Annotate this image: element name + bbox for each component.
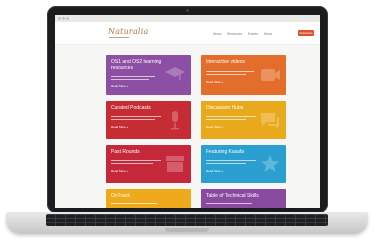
tile-text-line <box>111 163 153 165</box>
tile-text-line <box>111 79 149 81</box>
graduation-icon <box>165 67 185 80</box>
browser-menu-bar <box>55 15 320 22</box>
video-icon <box>261 69 280 81</box>
tile-text-line <box>206 119 246 121</box>
read-more-link[interactable]: Read More » <box>206 125 223 129</box>
resource-tile[interactable]: Featuring Kasafa Read More » <box>201 145 286 183</box>
tile-text-line <box>111 203 157 205</box>
nav-item-resources[interactable]: Resources <box>227 32 242 36</box>
resource-tile[interactable]: Table of Technical Skills <box>201 189 286 208</box>
tile-title: Table of Technical Skills <box>206 193 259 199</box>
resource-tile[interactable]: Past Rounds Read More » <box>106 145 191 183</box>
read-more-link[interactable]: Read More » <box>111 169 128 173</box>
tile-text-line <box>206 116 256 118</box>
keyboard <box>46 214 328 226</box>
tile-text-line <box>206 74 246 76</box>
microphone-icon <box>171 111 179 130</box>
resource-tile[interactable]: Interactive videos Read More » <box>201 55 286 95</box>
window-dot[interactable] <box>66 17 69 20</box>
nav-item-about[interactable]: About <box>213 32 221 36</box>
site-logo[interactable]: Naturalia <box>108 27 148 36</box>
window-dot[interactable] <box>62 17 65 20</box>
resource-tile[interactable]: OnTrack <box>106 189 191 208</box>
laptop-lid: Naturalia About Resources Events News Su… <box>47 6 328 213</box>
tile-text-line <box>206 163 246 165</box>
tile-text-line <box>111 160 161 162</box>
read-more-link[interactable]: Read More » <box>111 84 128 88</box>
subscribe-button[interactable]: Subscribe <box>298 30 314 36</box>
resource-tile[interactable]: Discussion Hubs Read More » <box>201 101 286 139</box>
window-dot[interactable] <box>58 17 61 20</box>
logo-underline <box>109 37 129 38</box>
laptop-notch <box>165 228 209 232</box>
laptop-base <box>6 212 368 234</box>
star-icon <box>261 155 279 172</box>
resource-tile[interactable]: Curated Podcasts Read More » <box>106 101 191 139</box>
resource-tile[interactable]: OS1 and OS2 learning resources Read More… <box>106 55 191 95</box>
tile-text-line <box>111 76 155 78</box>
tile-title: OnTrack <box>111 193 130 199</box>
tile-text-line <box>206 203 252 205</box>
tile-text-line <box>206 160 256 162</box>
nav-item-events[interactable]: Events <box>248 32 258 36</box>
tile-text-line <box>111 116 161 118</box>
tile-text-line <box>206 71 254 73</box>
archive-icon <box>166 156 184 172</box>
read-more-link[interactable]: Read More » <box>206 169 223 173</box>
laptop-screen: Naturalia About Resources Events News Su… <box>55 15 320 208</box>
tile-text-line <box>111 119 155 121</box>
camera-dot <box>186 9 189 12</box>
read-more-link[interactable]: Read More » <box>111 125 128 129</box>
nav-item-news[interactable]: News <box>264 32 272 36</box>
site-header: Naturalia About Resources Events News Su… <box>55 22 320 45</box>
chat-icon <box>261 113 279 129</box>
read-more-link[interactable]: Read More » <box>206 80 223 84</box>
